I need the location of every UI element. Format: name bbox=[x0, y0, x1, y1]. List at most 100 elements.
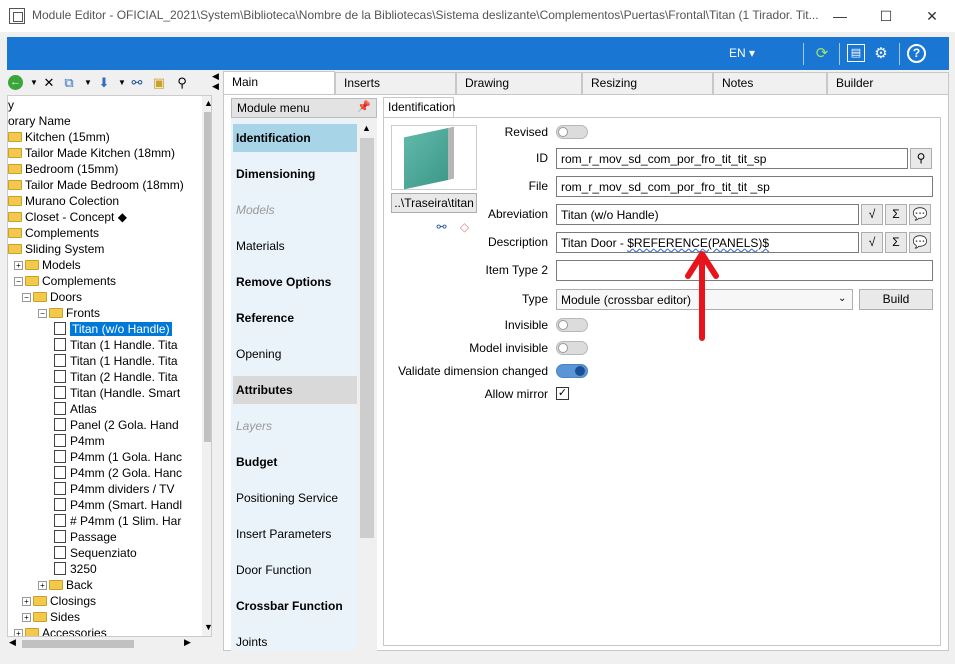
tree-item[interactable]: Panel (2 Gola. Hand bbox=[54, 417, 179, 433]
module-menu-item[interactable]: Insert Parameters bbox=[233, 520, 357, 548]
tree-item[interactable]: Murano Colection bbox=[8, 193, 119, 209]
tree-item[interactable]: − Doors bbox=[22, 289, 82, 305]
module-menu-item[interactable]: Models bbox=[233, 196, 357, 224]
module-menu-item[interactable]: Crossbar Function bbox=[233, 592, 357, 620]
collapse-left-icon[interactable]: ◀ bbox=[212, 81, 219, 92]
build-button[interactable]: Build bbox=[859, 289, 933, 310]
module-menu-item[interactable]: Positioning Service bbox=[233, 484, 357, 512]
module-menu-item[interactable]: Budget bbox=[233, 448, 357, 476]
tree-item[interactable]: Closet - Concept ◆ bbox=[8, 209, 127, 225]
id-field[interactable]: rom_r_mov_sd_com_por_fro_tit_tit_sp bbox=[556, 148, 908, 169]
tree-item[interactable]: Tailor Made Kitchen (18mm) bbox=[8, 145, 175, 161]
tree-item[interactable]: Titan (1 Handle. Tita bbox=[54, 353, 178, 369]
allow-mirror-checkbox[interactable]: ✓ bbox=[556, 387, 569, 400]
tree-item[interactable]: + Sides bbox=[22, 609, 80, 625]
tree-item[interactable]: Titan (Handle. Smart bbox=[54, 385, 180, 401]
tab-notes[interactable]: Notes bbox=[713, 72, 827, 94]
module-menu-item[interactable]: Identification bbox=[233, 124, 357, 152]
library-tree[interactable]: y orary Name Kitchen (15mm) Tailor Made Kit… bbox=[7, 95, 212, 637]
binoculars-icon[interactable]: ⚯ bbox=[128, 74, 146, 92]
module-menu-scroll-thumb[interactable] bbox=[360, 138, 374, 538]
tab-drawing[interactable]: Drawing bbox=[456, 72, 582, 94]
tree-item[interactable]: P4mm dividers / TV bbox=[54, 481, 174, 497]
gears-icon[interactable]: ⚙ bbox=[871, 44, 891, 64]
tree-item[interactable]: Complements bbox=[8, 225, 99, 241]
module-menu-item[interactable]: Joints bbox=[233, 628, 357, 651]
formula-icon[interactable]: √ bbox=[861, 204, 883, 225]
tree-item[interactable]: + Accessories bbox=[14, 625, 107, 636]
tree-icon[interactable]: ⚲ bbox=[173, 74, 191, 92]
chevron-down-icon[interactable]: ⌄ bbox=[838, 293, 846, 304]
expand-toggle-icon[interactable]: + bbox=[14, 629, 23, 636]
maximize-button[interactable]: ☐ bbox=[863, 0, 909, 32]
panel-splitter[interactable]: ◀ ◀ bbox=[212, 71, 221, 651]
file-field[interactable]: rom_r_mov_sd_com_por_fro_tit_tit _sp bbox=[556, 176, 933, 197]
expand-toggle-icon[interactable]: + bbox=[22, 613, 31, 622]
scroll-up-icon[interactable]: ▲ bbox=[204, 98, 211, 108]
validate-dimension-toggle[interactable] bbox=[556, 364, 588, 378]
comment-icon[interactable]: 💬 bbox=[909, 232, 931, 253]
tree-item[interactable]: P4mm bbox=[54, 433, 105, 449]
scroll-down-icon[interactable]: ▼ bbox=[204, 622, 211, 632]
minimize-button[interactable]: — bbox=[817, 0, 863, 32]
tab-builder[interactable]: Builder bbox=[827, 72, 949, 94]
tree-item[interactable]: P4mm (Smart. Handl bbox=[54, 497, 182, 513]
module-menu-item[interactable]: Layers bbox=[233, 412, 357, 440]
language-selector[interactable]: EN ▾ bbox=[729, 46, 755, 60]
module-menu-item[interactable]: Remove Options bbox=[233, 268, 357, 296]
tree-item[interactable]: Kitchen (15mm) bbox=[8, 129, 110, 145]
refresh-icon[interactable]: ⟳ bbox=[812, 44, 832, 64]
tree-item[interactable]: Titan (w/o Handle) bbox=[54, 321, 172, 337]
scroll-right-icon[interactable]: ▶ bbox=[184, 637, 191, 648]
module-menu-item[interactable]: Door Function bbox=[233, 556, 357, 584]
model-invisible-toggle[interactable] bbox=[556, 341, 588, 355]
tab-identification[interactable]: Identification bbox=[383, 97, 455, 118]
tree-item[interactable]: Atlas bbox=[54, 401, 97, 417]
scroll-left-icon[interactable]: ◀ bbox=[9, 637, 16, 648]
tree-item[interactable]: + Back bbox=[38, 577, 93, 593]
sum-button[interactable]: Σ bbox=[885, 232, 907, 253]
tree-item[interactable]: P4mm (1 Gola. Hanc bbox=[54, 449, 182, 465]
comment-icon[interactable]: 💬 bbox=[909, 204, 931, 225]
layout-icon[interactable]: ▤ bbox=[847, 44, 865, 62]
tree-horizontal-scroll-thumb[interactable] bbox=[22, 640, 134, 648]
abbreviation-field[interactable]: Titan (w/o Handle) bbox=[556, 204, 859, 225]
module-menu-item[interactable]: Attributes bbox=[233, 376, 357, 404]
expand-toggle-icon[interactable]: + bbox=[22, 597, 31, 606]
tree-vertical-scroll-thumb[interactable] bbox=[204, 112, 211, 442]
tree-item[interactable]: orary Name bbox=[8, 113, 71, 129]
tree-item[interactable]: Titan (1 Handle. Tita bbox=[54, 337, 178, 353]
tree-item[interactable]: Bedroom (15mm) bbox=[8, 161, 118, 177]
tree-item[interactable]: − Complements bbox=[14, 273, 116, 289]
sum-button[interactable]: Σ bbox=[885, 204, 907, 225]
revised-toggle[interactable] bbox=[556, 125, 588, 139]
copy-icon[interactable]: ⧉ bbox=[60, 74, 78, 92]
tree-item[interactable]: P4mm (2 Gola. Hanc bbox=[54, 465, 182, 481]
expand-toggle-icon[interactable]: + bbox=[14, 261, 23, 270]
module-menu-item[interactable]: Reference bbox=[233, 304, 357, 332]
module-menu-item[interactable]: Opening bbox=[233, 340, 357, 368]
pin-icon[interactable]: 📌 bbox=[357, 100, 371, 113]
module-menu-item[interactable]: Materials bbox=[233, 232, 357, 260]
tab-resizing[interactable]: Resizing bbox=[582, 72, 713, 94]
tab-main[interactable]: Main bbox=[223, 71, 335, 95]
tree-item[interactable]: Tailor Made Bedroom (18mm) bbox=[8, 177, 184, 193]
tree-item[interactable]: Sliding System bbox=[8, 241, 104, 257]
close-button[interactable]: ✕ bbox=[909, 0, 955, 32]
folder-refresh-icon[interactable]: ▣ bbox=[150, 74, 168, 92]
tree-item[interactable]: 3250 bbox=[54, 561, 97, 577]
module-menu-item[interactable]: Dimensioning bbox=[233, 160, 357, 188]
expand-toggle-icon[interactable]: − bbox=[22, 293, 31, 302]
tree-item[interactable]: Titan (2 Handle. Tita bbox=[54, 369, 178, 385]
expand-toggle-icon[interactable]: − bbox=[38, 309, 47, 318]
tree-item[interactable]: − Fronts bbox=[38, 305, 100, 321]
move-down-icon[interactable]: ⬇ bbox=[95, 74, 113, 92]
tab-inserts[interactable]: Inserts bbox=[335, 72, 456, 94]
id-tree-icon[interactable]: ⚲ bbox=[910, 148, 932, 169]
tree-item[interactable]: y bbox=[8, 97, 14, 113]
invisible-toggle[interactable] bbox=[556, 318, 588, 332]
expand-toggle-icon[interactable]: − bbox=[14, 277, 23, 286]
tree-item[interactable]: Sequenziato bbox=[54, 545, 137, 561]
tree-item[interactable]: Passage bbox=[54, 529, 117, 545]
back-arrow-icon[interactable]: ← bbox=[8, 75, 23, 90]
